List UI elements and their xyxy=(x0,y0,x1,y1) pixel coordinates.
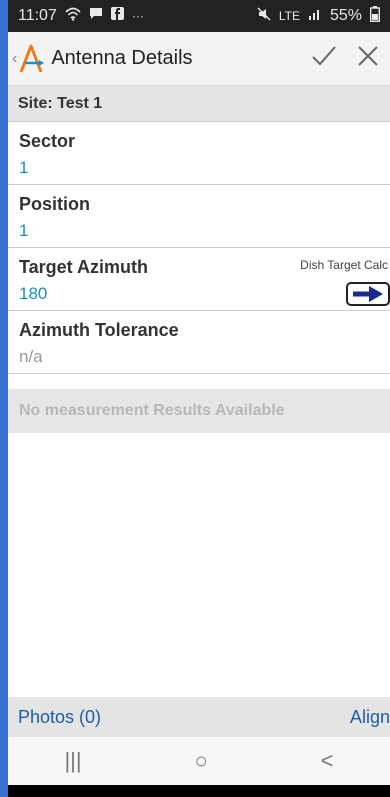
target-azimuth-field[interactable]: Target Azimuth 180 Dish Target Calc xyxy=(8,248,390,311)
position-value[interactable]: 1 xyxy=(19,219,390,243)
no-measurement-text: No measurement Results Available xyxy=(19,402,285,419)
sector-field[interactable]: Sector 1 xyxy=(8,122,390,185)
more-notifications-icon: ··· xyxy=(131,9,144,23)
facebook-icon xyxy=(110,7,124,25)
close-icon[interactable] xyxy=(346,43,390,74)
check-icon[interactable] xyxy=(302,43,346,74)
phone-screen: 11:07 ··· LTE 55% ‹ Antenna Details Site… xyxy=(8,0,390,797)
battery-icon xyxy=(369,5,381,27)
network-type: LTE xyxy=(278,9,300,23)
battery-percent: 55% xyxy=(329,7,362,24)
app-bar: ‹ Antenna Details xyxy=(8,32,390,86)
home-button[interactable]: ○ xyxy=(194,748,207,774)
bottom-action-bar: Photos (0) Align xyxy=(8,697,390,737)
position-field[interactable]: Position 1 xyxy=(8,185,390,248)
antenna-form: Sector 1 Position 1 Target Azimuth 180 D… xyxy=(8,122,390,375)
recent-apps-button[interactable]: ||| xyxy=(64,748,81,774)
sector-value[interactable]: 1 xyxy=(19,156,390,180)
photos-button[interactable]: Photos (0) xyxy=(18,707,101,728)
site-header: Site: Test 1 xyxy=(8,86,390,122)
dish-target-calc-label: Dish Target Calc xyxy=(300,258,388,272)
status-time: 11:07 xyxy=(18,7,57,24)
signal-icon xyxy=(308,7,322,25)
system-nav-bar: ||| ○ < xyxy=(8,737,390,785)
azimuth-tolerance-value[interactable]: n/a xyxy=(19,345,390,369)
message-icon xyxy=(89,7,103,25)
position-label: Position xyxy=(19,194,90,214)
back-chevron-icon[interactable]: ‹ xyxy=(12,50,17,68)
azimuth-tolerance-field[interactable]: Azimuth Tolerance n/a xyxy=(8,311,390,374)
page-title: Antenna Details xyxy=(51,47,193,69)
wifi-icon xyxy=(65,7,81,26)
back-button[interactable]: < xyxy=(321,748,334,774)
measurement-results-empty: No measurement Results Available xyxy=(8,375,390,433)
target-azimuth-value[interactable]: 180 xyxy=(19,282,390,306)
align-button[interactable]: Align xyxy=(350,707,390,728)
dish-target-calc-button[interactable] xyxy=(346,282,390,306)
site-label: Site: Test 1 xyxy=(18,94,103,112)
status-bar: 11:07 ··· LTE 55% xyxy=(8,0,390,32)
azimuth-tolerance-label: Azimuth Tolerance xyxy=(19,320,179,340)
measurement-results-area xyxy=(8,433,390,697)
mute-icon xyxy=(257,7,271,26)
app-logo-icon xyxy=(19,44,45,74)
arrow-right-icon xyxy=(353,286,383,302)
sector-label: Sector xyxy=(19,131,76,151)
